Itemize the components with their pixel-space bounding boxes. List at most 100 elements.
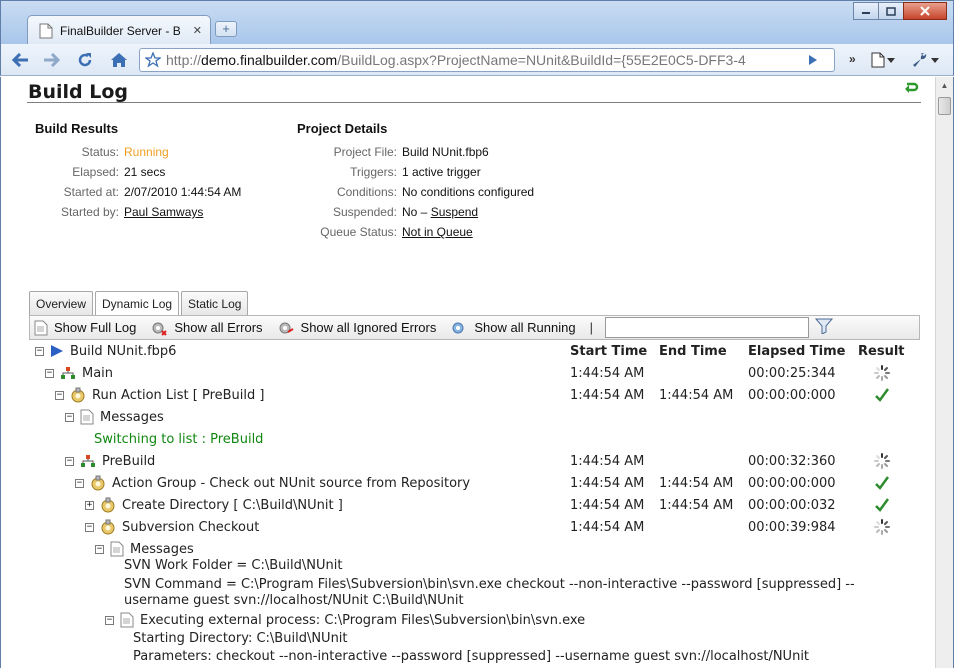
tab-dynamic-log[interactable]: Dynamic Log — [95, 291, 180, 316]
started-by-link[interactable]: Paul Samways — [124, 205, 203, 219]
url-path: /BuildLog.aspx?ProjectName=NUnit&BuildId… — [337, 52, 746, 68]
tree-row: Switching to list : PreBuild — [29, 428, 920, 450]
show-all-errors-label: Show all Errors — [174, 320, 263, 335]
success-check-icon — [874, 384, 890, 406]
collapse-icon[interactable]: − — [55, 390, 64, 400]
tree-row[interactable]: − Main 1:44:54 AM 00:00:25:344 — [29, 362, 920, 384]
message-text: Switching to list : PreBuild — [94, 431, 264, 447]
triggers-value: 1 active trigger — [402, 165, 481, 179]
tree-row[interactable]: − Action Group - Check out NUnit source … — [29, 472, 920, 494]
reload-icon[interactable] — [73, 49, 97, 71]
collapse-icon[interactable]: − — [75, 478, 84, 488]
build-results-heading: Build Results — [35, 121, 119, 136]
action-icon — [101, 519, 115, 535]
refresh-icon[interactable] — [903, 81, 919, 98]
conditions-label: Conditions: — [336, 185, 397, 199]
collapse-icon[interactable]: − — [45, 368, 54, 378]
tools-menu-button[interactable] — [911, 50, 947, 70]
browser-tab[interactable]: FinalBuilder Server - Buil... ✕ — [27, 15, 211, 45]
collapse-icon[interactable]: − — [85, 522, 94, 532]
project-details-heading: Project Details — [297, 121, 388, 136]
tree-row[interactable]: − PreBuild 1:44:54 AM 00:00:32:360 — [29, 450, 920, 472]
tree-row[interactable]: − Executing external process: C:\Program… — [105, 612, 585, 628]
action-list-icon — [81, 455, 95, 467]
collapse-icon[interactable]: − — [105, 615, 114, 625]
tab-static-log[interactable]: Static Log — [181, 291, 249, 315]
expand-icon[interactable]: + — [85, 500, 94, 510]
tree-row[interactable]: − Messages — [29, 538, 920, 560]
message-text: Parameters: checkout --non-interactive -… — [133, 649, 810, 664]
column-elapsed-time: Elapsed Time — [748, 343, 846, 359]
page-viewport: Build Log Build Results Status: Running … — [0, 77, 954, 668]
minimize-icon[interactable] — [853, 2, 879, 20]
row-label: Action Group - Check out NUnit source fr… — [112, 475, 471, 491]
document-icon — [80, 409, 94, 425]
filter-funnel-icon[interactable] — [814, 318, 834, 337]
row-label: Create Directory [ C:\Build\NUnit ] — [122, 497, 343, 513]
tree-row[interactable]: − Messages — [29, 406, 920, 428]
address-bar[interactable]: http://demo.finalbuilder.com/BuildLog.as… — [139, 48, 835, 72]
row-label: Messages — [100, 409, 164, 425]
start-time: 1:44:54 AM — [570, 497, 645, 513]
tree-root-row[interactable]: − Build NUnit.fbp6 Start Time End Time E… — [29, 340, 920, 362]
column-result: Result — [858, 343, 905, 359]
back-arrow-icon[interactable] — [9, 49, 33, 71]
filter-input[interactable] — [604, 317, 809, 338]
project-play-icon — [51, 345, 63, 357]
collapse-icon[interactable]: − — [35, 346, 44, 356]
home-icon[interactable] — [107, 49, 131, 71]
go-arrow-icon[interactable] — [798, 54, 828, 66]
scroll-up-arrow-icon[interactable]: ▲ — [936, 77, 953, 94]
running-spinner-icon — [874, 450, 890, 472]
project-file-row: Project File: Build NUnit.fbp6 — [297, 142, 534, 162]
running-spinner-icon — [874, 516, 890, 538]
start-time: 1:44:54 AM — [570, 453, 645, 469]
action-icon — [101, 497, 115, 513]
url-text: http://demo.finalbuilder.com/BuildLog.as… — [166, 52, 798, 68]
collapse-icon[interactable]: − — [65, 456, 74, 466]
collapse-icon[interactable]: − — [65, 412, 74, 422]
tree-row[interactable]: − Run Action List [ PreBuild ] 1:44:54 A… — [29, 384, 920, 406]
tab-overview[interactable]: Overview — [29, 291, 94, 315]
tree-row[interactable]: − Subversion Checkout 1:44:54 AM 00:00:3… — [29, 516, 920, 538]
suspend-link[interactable]: Suspend — [431, 205, 478, 219]
vertical-scrollbar[interactable]: ▲ — [935, 77, 953, 668]
triggers-label: Triggers: — [350, 165, 397, 179]
started-at-value: 2/07/2010 1:44:54 AM — [124, 185, 242, 199]
show-all-running-button[interactable]: Show all Running — [450, 320, 576, 336]
chevron-down-icon — [931, 57, 939, 63]
document-icon — [34, 320, 48, 335]
show-ignored-errors-label: Show all Ignored Errors — [300, 320, 437, 335]
browser-toolbar: http://demo.finalbuilder.com/BuildLog.as… — [0, 44, 954, 76]
bookmark-star-icon[interactable] — [140, 52, 166, 68]
show-ignored-errors-button[interactable]: Show all Ignored Errors — [277, 320, 437, 336]
bookmarks-overflow-icon[interactable]: » — [849, 52, 856, 66]
start-time: 1:44:54 AM — [570, 519, 645, 535]
tree-row[interactable]: + Create Directory [ C:\Build\NUnit ] 1:… — [29, 494, 920, 516]
message-text: username guest svn://localhost/NUnit C:\… — [124, 593, 464, 608]
forward-arrow-icon[interactable] — [39, 49, 63, 71]
show-full-log-button[interactable]: Show Full Log — [34, 320, 136, 336]
started-at-label: Started at: — [63, 185, 119, 199]
new-tab-button[interactable]: + — [215, 21, 237, 37]
elapsed-label: Elapsed: — [72, 165, 119, 179]
elapsed-time: 00:00:00:000 — [748, 387, 836, 403]
page-menu-button[interactable] — [871, 50, 905, 70]
started-at-row: Started at: 2/07/2010 1:44:54 AM — [35, 182, 242, 202]
elapsed-time: 00:00:32:360 — [748, 453, 836, 469]
collapse-icon[interactable]: − — [95, 544, 104, 554]
elapsed-row: Elapsed: 21 secs — [35, 162, 241, 182]
gear-running-icon — [452, 322, 464, 333]
start-time: 1:44:54 AM — [570, 365, 645, 381]
scrollbar-thumb[interactable] — [938, 97, 951, 115]
maximize-icon[interactable] — [878, 2, 904, 20]
browser-titlebar: FinalBuilder Server - Buil... ✕ + — [0, 0, 954, 45]
show-all-errors-button[interactable]: Show all Errors — [150, 320, 263, 336]
queue-status-link[interactable]: Not in Queue — [402, 225, 473, 239]
elapsed-time: 00:00:25:344 — [748, 365, 836, 381]
queue-status-row: Queue Status: Not in Queue — [297, 222, 534, 242]
close-window-icon[interactable] — [903, 2, 947, 20]
tab-close-icon[interactable]: ✕ — [193, 24, 202, 37]
started-by-label: Started by: — [60, 205, 119, 219]
url-host: demo.finalbuilder.com — [201, 52, 338, 68]
